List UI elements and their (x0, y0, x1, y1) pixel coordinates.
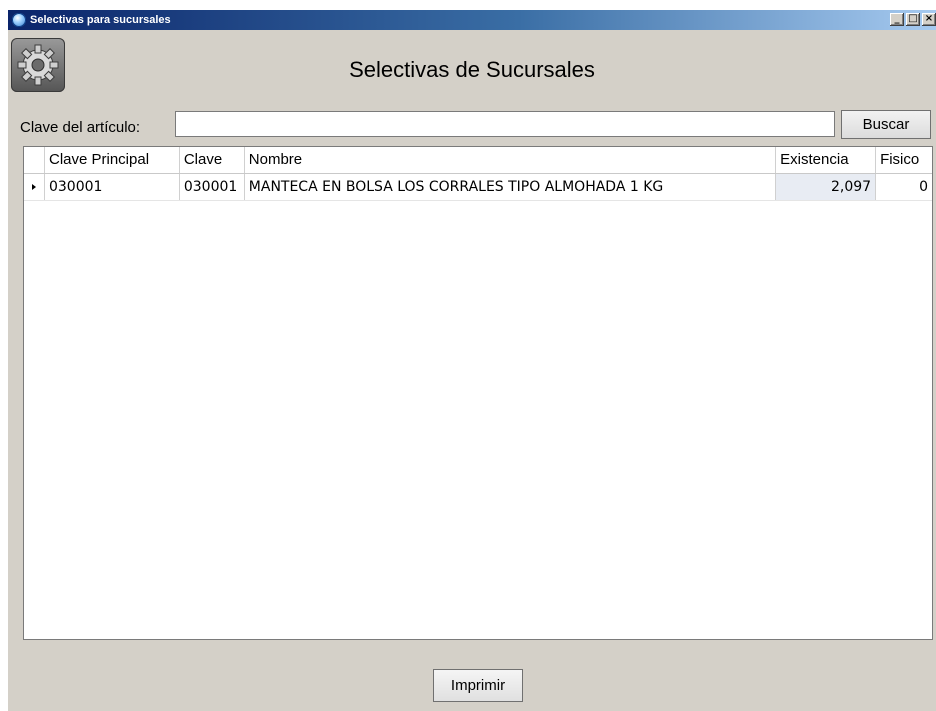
search-button[interactable]: Buscar (841, 110, 931, 139)
search-input[interactable] (175, 111, 835, 137)
results-grid[interactable]: Clave Principal Clave Nombre Existencia … (23, 146, 933, 640)
window-controls: _ □ × (890, 13, 936, 26)
print-button[interactable]: Imprimir (433, 669, 523, 702)
row-selector[interactable] (24, 174, 45, 200)
column-header-existencia[interactable]: Existencia (776, 147, 877, 173)
column-header-nombre[interactable]: Nombre (245, 147, 777, 173)
cell-clave-principal[interactable]: 030001 (45, 174, 180, 200)
main-window: Selectivas para sucursales _ □ × Selecti… (8, 10, 936, 711)
row-selector-header (24, 147, 45, 173)
cell-clave[interactable]: 030001 (180, 174, 245, 200)
title-bar[interactable]: Selectivas para sucursales _ □ × (8, 10, 936, 30)
column-header-clave-principal[interactable]: Clave Principal (45, 147, 180, 173)
grid-header: Clave Principal Clave Nombre Existencia … (24, 147, 932, 174)
cell-nombre[interactable]: MANTECA EN BOLSA LOS CORRALES TIPO ALMOH… (245, 174, 777, 200)
column-header-clave[interactable]: Clave (180, 147, 245, 173)
table-row[interactable]: 030001 030001 MANTECA EN BOLSA LOS CORRA… (24, 174, 932, 201)
page-title: Selectivas de Sucursales (349, 57, 595, 82)
minimize-button[interactable]: _ (890, 13, 904, 26)
app-icon (12, 13, 26, 27)
cell-existencia[interactable]: 2,097 (776, 174, 877, 200)
current-row-arrow-icon (31, 184, 36, 190)
maximize-button[interactable]: □ (906, 13, 920, 26)
column-header-fisico[interactable]: Fisico (876, 147, 932, 173)
close-button[interactable]: × (922, 13, 936, 26)
search-label: Clave del artículo: (20, 119, 141, 136)
cell-fisico[interactable]: 0 (876, 174, 932, 200)
window-title: Selectivas para sucursales (30, 14, 171, 26)
